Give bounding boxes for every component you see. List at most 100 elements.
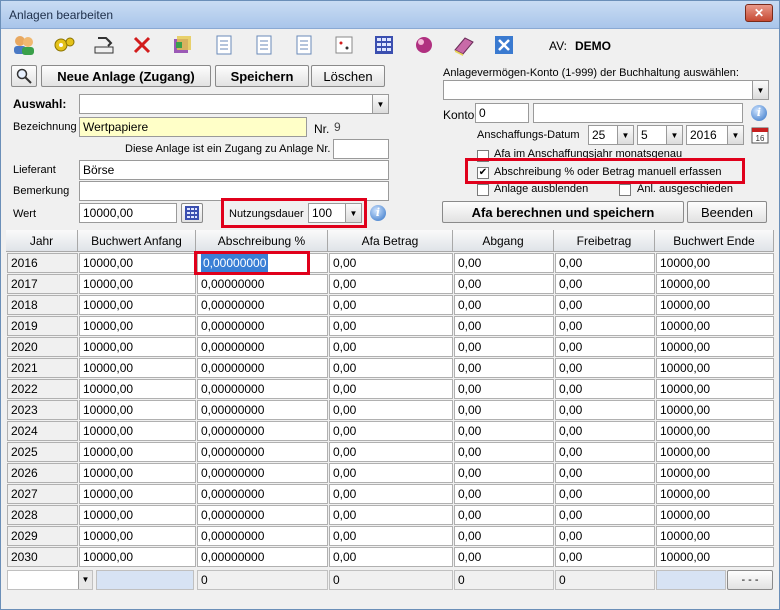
table-cell-afa-betrag[interactable]: 0,00 <box>329 253 453 273</box>
column-header-buchwert-ende[interactable]: Buchwert Ende <box>655 230 774 252</box>
window-close-button[interactable]: ✕ <box>745 4 773 22</box>
table-cell-afa-betrag[interactable]: 0,00 <box>329 526 453 546</box>
calendar-icon[interactable]: 16 <box>751 125 769 145</box>
table-cell-abgang[interactable]: 0,00 <box>454 526 554 546</box>
table-cell-buchwert-anfang[interactable]: 10000,00 <box>79 253 196 273</box>
table-cell-buchwert-anfang[interactable]: 10000,00 <box>79 442 196 462</box>
table-cell-afa-betrag[interactable]: 0,00 <box>329 547 453 567</box>
auswahl-select[interactable]: ▼ <box>79 94 389 114</box>
nutzungsdauer-select[interactable]: 100 ▼ <box>308 203 362 223</box>
column-header-jahr[interactable]: Jahr <box>6 230 78 252</box>
table-cell-buchwert-ende[interactable]: 10000,00 <box>656 484 774 504</box>
gear-icon[interactable] <box>51 33 77 57</box>
table-cell-buchwert-ende[interactable]: 10000,00 <box>656 442 774 462</box>
table-cell-afa-betrag[interactable]: 0,00 <box>329 484 453 504</box>
column-header-freibetrag[interactable]: Freibetrag <box>554 230 655 252</box>
table-cell-buchwert-ende[interactable]: 10000,00 <box>656 295 774 315</box>
new-asset-button[interactable]: Neue Anlage (Zugang) <box>41 65 211 87</box>
ball-icon[interactable] <box>411 33 437 57</box>
table-cell-buchwert-ende[interactable]: 10000,00 <box>656 526 774 546</box>
table-cell-buchwert-anfang[interactable]: 10000,00 <box>79 421 196 441</box>
table-cell-afa-betrag[interactable]: 0,00 <box>329 274 453 294</box>
table-cell-afa-betrag[interactable]: 0,00 <box>329 379 453 399</box>
calculator-button[interactable] <box>181 203 203 223</box>
table-cell-abgang[interactable]: 0,00 <box>454 547 554 567</box>
info-icon[interactable]: i <box>370 205 386 221</box>
column-header-buchwert-anfang[interactable]: Buchwert Anfang <box>78 230 196 252</box>
afa-calc-button[interactable]: Afa berechnen und speichern <box>442 201 684 223</box>
footer-select[interactable]: ▼ <box>7 570 93 590</box>
konto-name-input[interactable] <box>533 103 743 123</box>
dice-icon[interactable] <box>331 33 357 57</box>
document-icon[interactable] <box>291 33 317 57</box>
table-cell-buchwert-ende[interactable]: 10000,00 <box>656 379 774 399</box>
table-cell-freibetrag[interactable]: 0,00 <box>555 316 655 336</box>
konto-input[interactable]: 0 <box>475 103 529 123</box>
table-cell-freibetrag[interactable]: 0,00 <box>555 295 655 315</box>
table-cell-buchwert-anfang[interactable]: 10000,00 <box>79 316 196 336</box>
manuell-checkbox[interactable]: ✔ <box>477 167 489 179</box>
table-cell-buchwert-anfang[interactable]: 10000,00 <box>79 526 196 546</box>
table-cell-freibetrag[interactable]: 0,00 <box>555 484 655 504</box>
table-cell-buchwert-ende[interactable]: 10000,00 <box>656 253 774 273</box>
ausgeschieden-checkbox[interactable] <box>619 184 631 196</box>
table-cell-abschreibung[interactable]: 0,00000000 <box>197 295 328 315</box>
table-cell-abschreibung[interactable]: 0,00000000 <box>197 484 328 504</box>
table-cell-abgang[interactable]: 0,00 <box>454 337 554 357</box>
table-cell-buchwert-anfang[interactable]: 10000,00 <box>79 337 196 357</box>
table-cell-afa-betrag[interactable]: 0,00 <box>329 337 453 357</box>
wert-input[interactable]: 10000,00 <box>79 203 177 223</box>
table-cell-freibetrag[interactable]: 0,00 <box>555 274 655 294</box>
table-cell-buchwert-ende[interactable]: 10000,00 <box>656 274 774 294</box>
year-select[interactable]: 2016 ▼ <box>686 125 744 145</box>
table-cell-abgang[interactable]: 0,00 <box>454 463 554 483</box>
book-icon[interactable] <box>451 33 477 57</box>
delete-icon[interactable] <box>129 33 155 57</box>
table-cell-freibetrag[interactable]: 0,00 <box>555 547 655 567</box>
users-icon[interactable] <box>11 33 37 57</box>
afa-monatsgenau-checkbox[interactable] <box>477 150 489 162</box>
table-cell-buchwert-anfang[interactable]: 10000,00 <box>79 274 196 294</box>
lieferant-input[interactable]: Börse <box>79 160 389 180</box>
table-cell-abgang[interactable]: 0,00 <box>454 484 554 504</box>
ausblenden-checkbox[interactable] <box>477 184 489 196</box>
table-cell-buchwert-ende[interactable]: 10000,00 <box>656 337 774 357</box>
table-cell-abschreibung[interactable]: 0,00000000 <box>197 274 328 294</box>
column-header-afa-betrag[interactable]: Afa Betrag <box>328 230 453 252</box>
table-cell-abschreibung[interactable]: 0,00000000 <box>197 316 328 336</box>
table-cell-buchwert-anfang[interactable]: 10000,00 <box>79 379 196 399</box>
close-button[interactable]: Beenden <box>687 201 767 223</box>
table-cell-freibetrag[interactable]: 0,00 <box>555 358 655 378</box>
save-button[interactable]: Speichern <box>215 65 309 87</box>
table-cell-freibetrag[interactable]: 0,00 <box>555 421 655 441</box>
table-cell-abschreibung[interactable]: 0,00000000 <box>197 505 328 525</box>
footer-more-button[interactable]: - - - <box>727 570 773 590</box>
table-cell-afa-betrag[interactable]: 0,00 <box>329 421 453 441</box>
table-cell-abschreibung[interactable]: 0,00000000 <box>197 463 328 483</box>
table-cell-abgang[interactable]: 0,00 <box>454 442 554 462</box>
table-cell-abgang[interactable]: 0,00 <box>454 358 554 378</box>
table-cell-afa-betrag[interactable]: 0,00 <box>329 505 453 525</box>
table-cell-buchwert-ende[interactable]: 10000,00 <box>656 421 774 441</box>
table-cell-abgang[interactable]: 0,00 <box>454 253 554 273</box>
table-cell-buchwert-ende[interactable]: 10000,00 <box>656 316 774 336</box>
table-cell-freibetrag[interactable]: 0,00 <box>555 442 655 462</box>
calculator-icon[interactable] <box>371 33 397 57</box>
table-cell-abschreibung[interactable]: 0,00000000 <box>197 358 328 378</box>
table-cell-abschreibung[interactable]: 0,00000000 <box>197 547 328 567</box>
table-cell-buchwert-anfang[interactable]: 10000,00 <box>79 484 196 504</box>
table-cell-freibetrag[interactable]: 0,00 <box>555 505 655 525</box>
close-box-icon[interactable] <box>491 33 517 57</box>
table-cell-buchwert-ende[interactable]: 10000,00 <box>656 463 774 483</box>
table-cell-buchwert-anfang[interactable]: 10000,00 <box>79 547 196 567</box>
table-cell-buchwert-anfang[interactable]: 10000,00 <box>79 358 196 378</box>
table-cell-abgang[interactable]: 0,00 <box>454 379 554 399</box>
search-button[interactable] <box>11 65 37 87</box>
table-cell-abgang[interactable]: 0,00 <box>454 400 554 420</box>
delete-button[interactable]: Löschen <box>311 65 385 87</box>
column-header-abschreibung[interactable]: Abschreibung % <box>196 230 328 252</box>
day-select[interactable]: 25 ▼ <box>588 125 634 145</box>
table-cell-freibetrag[interactable]: 0,00 <box>555 337 655 357</box>
document-icon[interactable] <box>211 33 237 57</box>
table-cell-freibetrag[interactable]: 0,00 <box>555 253 655 273</box>
